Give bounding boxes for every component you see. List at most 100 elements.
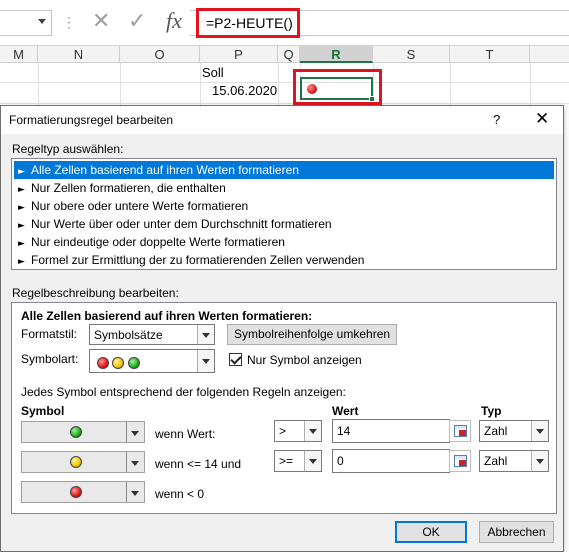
gridline	[530, 63, 531, 105]
column-header-p[interactable]: P	[200, 46, 278, 63]
rule-1-operator-select[interactable]: >	[274, 420, 322, 442]
rule-description-panel: Alle Zellen basierend auf ihren Werten f…	[11, 302, 557, 514]
range-select-icon[interactable]	[449, 450, 471, 472]
rule-type-label: Nur Zellen formatieren, die enthalten	[31, 181, 226, 195]
fill-handle[interactable]	[369, 96, 375, 102]
format-style-value: Symbolsätze	[94, 328, 163, 342]
cell-p1[interactable]: Soll	[202, 65, 224, 80]
value-column-header: Wert	[332, 404, 359, 418]
rule-type-item[interactable]: ► Alle Zellen basierend auf ihren Werten …	[14, 161, 554, 179]
rule-type-label: Nur Werte über oder unter dem Durchschni…	[31, 217, 332, 231]
yellow-traffic-light-icon	[70, 456, 82, 468]
close-icon[interactable]: ✕	[535, 109, 549, 129]
chevron-down-icon[interactable]	[531, 451, 548, 471]
chevron-down-icon[interactable]	[131, 491, 139, 496]
rules-instruction: Jedes Symbol entsprechend der folgenden …	[21, 385, 346, 399]
format-rule-dialog: Formatierungsregel bearbeiten ? ✕ Regelt…	[0, 105, 564, 552]
cancel-entry-icon[interactable]: ✕	[92, 9, 110, 34]
red-traffic-light-icon	[97, 356, 109, 369]
rule-type-label: Alle Zellen basierend auf ihren Werten f…	[31, 163, 299, 177]
rule-type-item[interactable]: ► Formel zur Ermittlung der zu formatiere…	[14, 251, 554, 269]
column-header-t[interactable]: T	[450, 46, 530, 63]
description-heading: Alle Zellen basierend auf ihren Werten f…	[21, 309, 313, 323]
formula-bar-grip: ⋮	[62, 14, 77, 30]
rule-2-operator-select[interactable]: >=	[274, 450, 322, 472]
help-button[interactable]: ?	[493, 112, 500, 127]
rule-1-value-input[interactable]: 14	[332, 419, 450, 443]
chevron-down-icon[interactable]	[304, 451, 321, 471]
column-header-r[interactable]: R	[300, 46, 373, 63]
red-traffic-light-icon	[70, 486, 82, 498]
arrow-glyph	[459, 430, 466, 436]
rule-type-label: Formel zur Ermittlung der zu formatieren…	[31, 253, 365, 267]
rule-1-type-select[interactable]: Zahl	[479, 420, 549, 442]
type-column-header: Typ	[481, 404, 502, 418]
dialog-title: Formatierungsregel bearbeiten	[9, 113, 174, 127]
chevron-down-icon[interactable]	[304, 421, 321, 441]
ok-button[interactable]: OK	[395, 521, 467, 543]
confirm-entry-icon[interactable]: ✓	[128, 9, 146, 34]
formula-bar: ⋮ ✕ ✓ fx =P2-HEUTE()	[0, 0, 569, 46]
column-header-row: M N O P Q R S T	[0, 46, 569, 63]
column-header-m[interactable]: M	[0, 46, 38, 63]
ruletype-label: Regeltyp auswählen:	[12, 142, 124, 156]
gridline	[38, 63, 39, 105]
rule-type-list[interactable]: ► Alle Zellen basierend auf ihren Werten …	[11, 158, 557, 270]
symbol-type-label: Symbolart:	[21, 352, 79, 366]
column-header-s[interactable]: S	[373, 46, 450, 63]
icon-style-select[interactable]	[89, 349, 215, 373]
rule-2-value-input[interactable]: 0	[332, 449, 450, 473]
divider	[126, 452, 127, 472]
rule-type-label: Nur obere oder untere Werte formatieren	[31, 199, 249, 213]
rule-type-item[interactable]: ► Nur Zellen formatieren, die enthalten	[14, 179, 554, 197]
chevron-down-icon[interactable]	[531, 421, 548, 441]
gridline	[120, 63, 121, 105]
column-header-n[interactable]: N	[38, 46, 120, 63]
rule-2-type: Zahl	[484, 454, 508, 468]
dialog-title-bar[interactable]: Formatierungsregel bearbeiten ? ✕	[1, 106, 563, 134]
insert-function-icon[interactable]: fx	[166, 8, 182, 34]
rule-2-condition: wenn <= 14 und	[155, 457, 242, 471]
rule-1-icon-select[interactable]	[21, 421, 145, 443]
column-header-o[interactable]: O	[120, 46, 200, 63]
cell-r2-selected[interactable]	[300, 77, 375, 102]
rule-type-item[interactable]: ► Nur Werte über oder unter dem Durchschn…	[14, 215, 554, 233]
reverse-icon-order-button[interactable]: Symbolreihenfolge umkehren	[227, 324, 397, 345]
name-box[interactable]	[0, 10, 52, 36]
arrow-glyph	[459, 460, 466, 466]
chevron-down-icon[interactable]	[197, 325, 214, 344]
cancel-button[interactable]: Abbrechen	[479, 521, 554, 543]
red-traffic-light-icon	[307, 84, 317, 94]
rule-1-type: Zahl	[484, 424, 508, 438]
only-symbol-label[interactable]: Nur Symbol anzeigen	[247, 353, 362, 367]
only-symbol-checkbox[interactable]	[229, 353, 242, 366]
format-style-select[interactable]: Symbolsätze	[89, 324, 215, 345]
gridline	[450, 63, 451, 105]
gridline	[200, 63, 201, 105]
chevron-down-icon[interactable]	[131, 431, 139, 436]
rule-3-condition: wenn < 0	[155, 487, 205, 501]
column-header-q[interactable]: Q	[278, 46, 300, 63]
traffic-lights-icon-set	[97, 355, 140, 369]
rule-3-icon-select[interactable]	[21, 481, 145, 503]
chevron-down-icon[interactable]	[131, 461, 139, 466]
green-traffic-light-icon	[127, 356, 140, 369]
gridline	[278, 63, 279, 105]
cell-p2[interactable]: 15.06.2020	[212, 83, 277, 98]
range-select-icon[interactable]	[449, 420, 471, 442]
divider	[126, 482, 127, 502]
chevron-down-icon[interactable]	[197, 350, 214, 372]
formula-text[interactable]: =P2-HEUTE()	[196, 8, 300, 38]
name-box-dropdown-icon[interactable]	[38, 19, 46, 24]
divider	[126, 422, 127, 442]
symbol-column-header: Symbol	[21, 404, 65, 418]
rule-type-label: Nur eindeutige oder doppelte Werte forma…	[31, 235, 285, 249]
rule-type-item[interactable]: ► Nur obere oder untere Werte formatieren	[14, 197, 554, 215]
description-label: Regelbeschreibung bearbeiten:	[12, 286, 179, 300]
rule-type-item[interactable]: ► Nur eindeutige oder doppelte Werte form…	[14, 233, 554, 251]
green-traffic-light-icon	[70, 426, 82, 438]
rule-2-icon-select[interactable]	[21, 451, 145, 473]
rule-1-condition: wenn Wert:	[155, 427, 216, 441]
rule-2-type-select[interactable]: Zahl	[479, 450, 549, 472]
sheet-row-1	[0, 63, 569, 83]
